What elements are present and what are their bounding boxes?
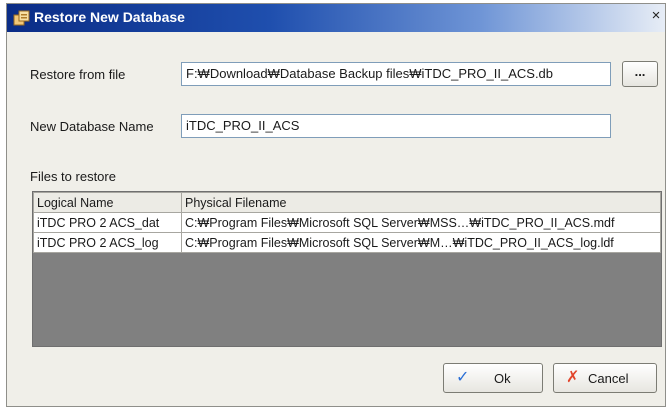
browse-button[interactable]: ...	[622, 61, 658, 87]
close-icon[interactable]: ×	[649, 8, 663, 24]
restore-database-dialog: Restore New Database × Restore from file…	[6, 3, 666, 407]
files-table: Logical Name Physical Filename iTDC PRO …	[33, 192, 661, 253]
new-database-name-label: New Database Name	[30, 119, 154, 134]
title-bar[interactable]: Restore New Database ×	[7, 4, 665, 32]
cancel-button[interactable]: ✗ Cancel	[553, 363, 657, 393]
ok-button[interactable]: ✓ Ok	[443, 363, 543, 393]
restore-from-file-input[interactable]: F:₩Download₩Database Backup files₩iTDC_P…	[181, 62, 611, 86]
column-header-physical-filename[interactable]: Physical Filename	[181, 192, 661, 213]
table-header-row: Logical Name Physical Filename	[33, 192, 661, 213]
files-to-restore-grid[interactable]: Logical Name Physical Filename iTDC PRO …	[32, 191, 662, 347]
new-database-name-input[interactable]: iTDC_PRO_II_ACS	[181, 114, 611, 138]
physical-filename-cell[interactable]: C:₩Program Files₩Microsoft SQL Server₩M……	[181, 232, 661, 253]
dialog-title: Restore New Database	[34, 9, 185, 25]
checkmark-icon: ✓	[456, 369, 470, 386]
logical-name-cell[interactable]: iTDC PRO 2 ACS_dat	[33, 212, 182, 233]
files-to-restore-label: Files to restore	[30, 169, 116, 184]
database-restore-icon	[13, 10, 30, 26]
table-row[interactable]: iTDC PRO 2 ACS_log C:₩Program Files₩Micr…	[33, 232, 661, 253]
cancel-button-label: Cancel	[588, 371, 629, 386]
restore-from-file-label: Restore from file	[30, 67, 126, 82]
cross-icon: ✗	[566, 369, 580, 386]
table-row[interactable]: iTDC PRO 2 ACS_dat C:₩Program Files₩Micr…	[33, 212, 661, 233]
logical-name-cell[interactable]: iTDC PRO 2 ACS_log	[33, 232, 182, 253]
column-header-logical-name[interactable]: Logical Name	[33, 192, 182, 213]
ok-button-label: Ok	[494, 371, 511, 386]
physical-filename-cell[interactable]: C:₩Program Files₩Microsoft SQL Server₩MS…	[181, 212, 661, 233]
